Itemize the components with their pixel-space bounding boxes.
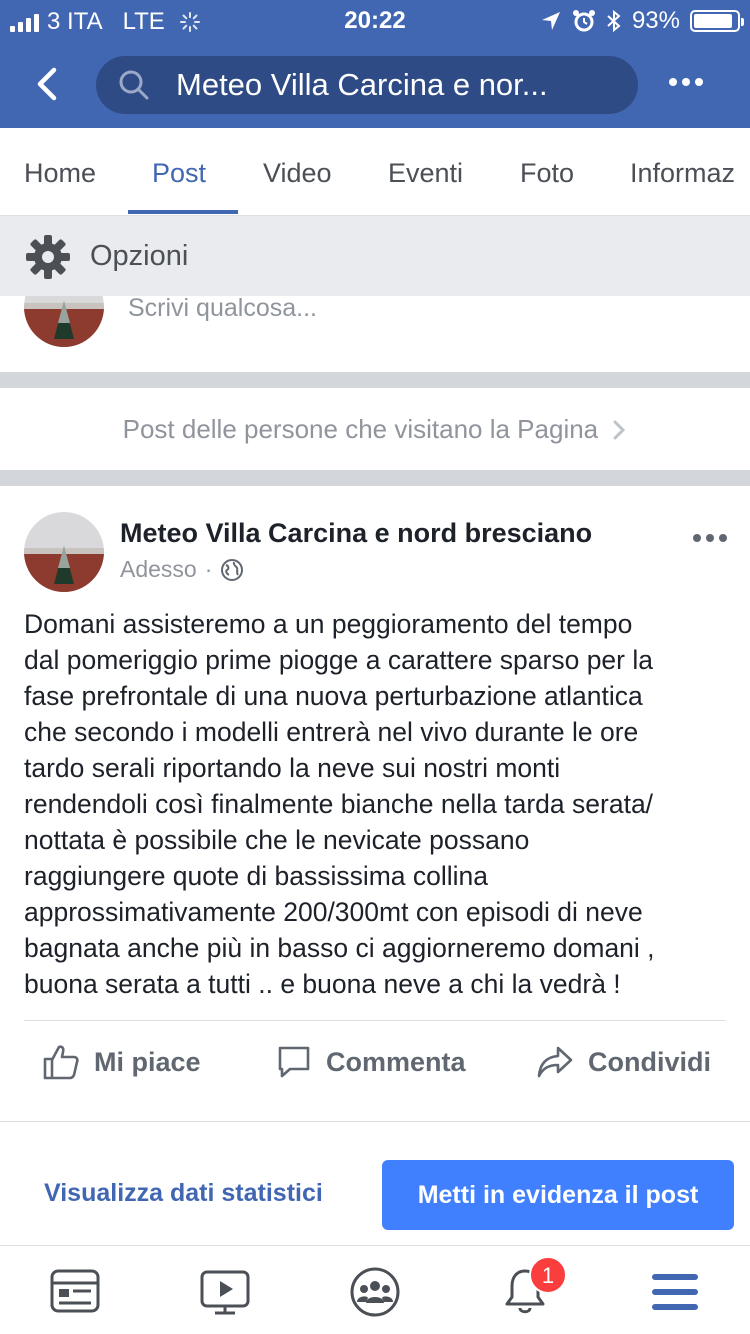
tab-post[interactable]: Post: [152, 158, 206, 189]
globe-icon: [221, 558, 244, 581]
section-divider: [0, 372, 750, 388]
comment-label: Commenta: [326, 1046, 466, 1077]
page-avatar: [24, 296, 104, 347]
view-insights-link[interactable]: Visualizza dati statistici: [44, 1179, 323, 1208]
meta-separator: ·: [204, 556, 213, 582]
post-text: Domani assisteremo a un peggioramento de…: [24, 609, 655, 999]
composer-placeholder: Scrivi qualcosa...: [128, 296, 317, 322]
bluetooth-icon: [607, 9, 621, 33]
boost-post-button[interactable]: Metti in evidenza il post: [382, 1160, 734, 1230]
post-more-icon[interactable]: [692, 532, 728, 544]
comment-button[interactable]: Commenta: [276, 1042, 466, 1082]
post-card: Meteo Villa Carcina e nord bresciano Ade…: [0, 486, 750, 1122]
status-bar: 3 ITA LTE 20:22 93%: [0, 0, 750, 40]
page-tabs: Home Post Video Eventi Foto Informaz: [0, 128, 750, 216]
search-icon: [119, 70, 149, 100]
chevron-right-icon: [613, 420, 626, 440]
notifications-badge: 1: [529, 1256, 567, 1294]
like-label: Mi piace: [94, 1046, 201, 1077]
tab-eventi[interactable]: Eventi: [388, 158, 463, 189]
visitor-posts-label: Post delle persone che visitano la Pagin…: [122, 414, 599, 444]
comment-icon: [278, 1046, 310, 1078]
share-button[interactable]: Condividi: [536, 1042, 711, 1082]
section-divider: [0, 1121, 750, 1122]
battery-icon: [690, 10, 744, 32]
share-label: Condividi: [588, 1046, 711, 1077]
post-divider: [24, 1020, 726, 1021]
video-icon[interactable]: [199, 1266, 251, 1318]
back-arrow-icon[interactable]: [30, 66, 66, 102]
visitor-posts-link[interactable]: Post delle persone che visitano la Pagin…: [0, 388, 750, 470]
gear-icon: [26, 235, 70, 279]
active-tab-indicator: [128, 210, 238, 214]
options-bar[interactable]: Opzioni: [0, 216, 750, 296]
search-bar[interactable]: Meteo Villa Carcina e nor...: [96, 56, 638, 114]
thumbs-up-icon: [43, 1045, 79, 1080]
menu-icon[interactable]: [649, 1266, 701, 1318]
tab-informazioni[interactable]: Informaz: [630, 158, 735, 189]
top-header: 3 ITA LTE 20:22 93% Meteo Villa Carcina …: [0, 0, 750, 128]
author-avatar[interactable]: [24, 512, 104, 592]
section-divider: [0, 470, 750, 486]
more-options-icon[interactable]: [668, 72, 704, 92]
post-author[interactable]: Meteo Villa Carcina e nord bresciano: [120, 518, 592, 549]
alarm-icon: [572, 10, 595, 32]
location-arrow-icon: [541, 12, 560, 30]
like-button[interactable]: Mi piace: [42, 1042, 201, 1082]
battery-percent: 93%: [631, 7, 680, 34]
tab-video[interactable]: Video: [263, 158, 332, 189]
post-meta: Adesso ·: [120, 556, 244, 583]
share-icon: [537, 1046, 573, 1078]
post-time[interactable]: Adesso: [120, 556, 197, 583]
search-text: Meteo Villa Carcina e nor...: [176, 67, 548, 102]
bottom-tab-bar: 1: [0, 1245, 750, 1334]
tab-foto[interactable]: Foto: [520, 158, 574, 189]
news-feed-icon[interactable]: [49, 1266, 101, 1318]
tab-home[interactable]: Home: [24, 158, 96, 189]
post-composer[interactable]: Scrivi qualcosa...: [0, 296, 750, 372]
options-label: Opzioni: [90, 240, 189, 272]
groups-icon[interactable]: [349, 1266, 401, 1318]
